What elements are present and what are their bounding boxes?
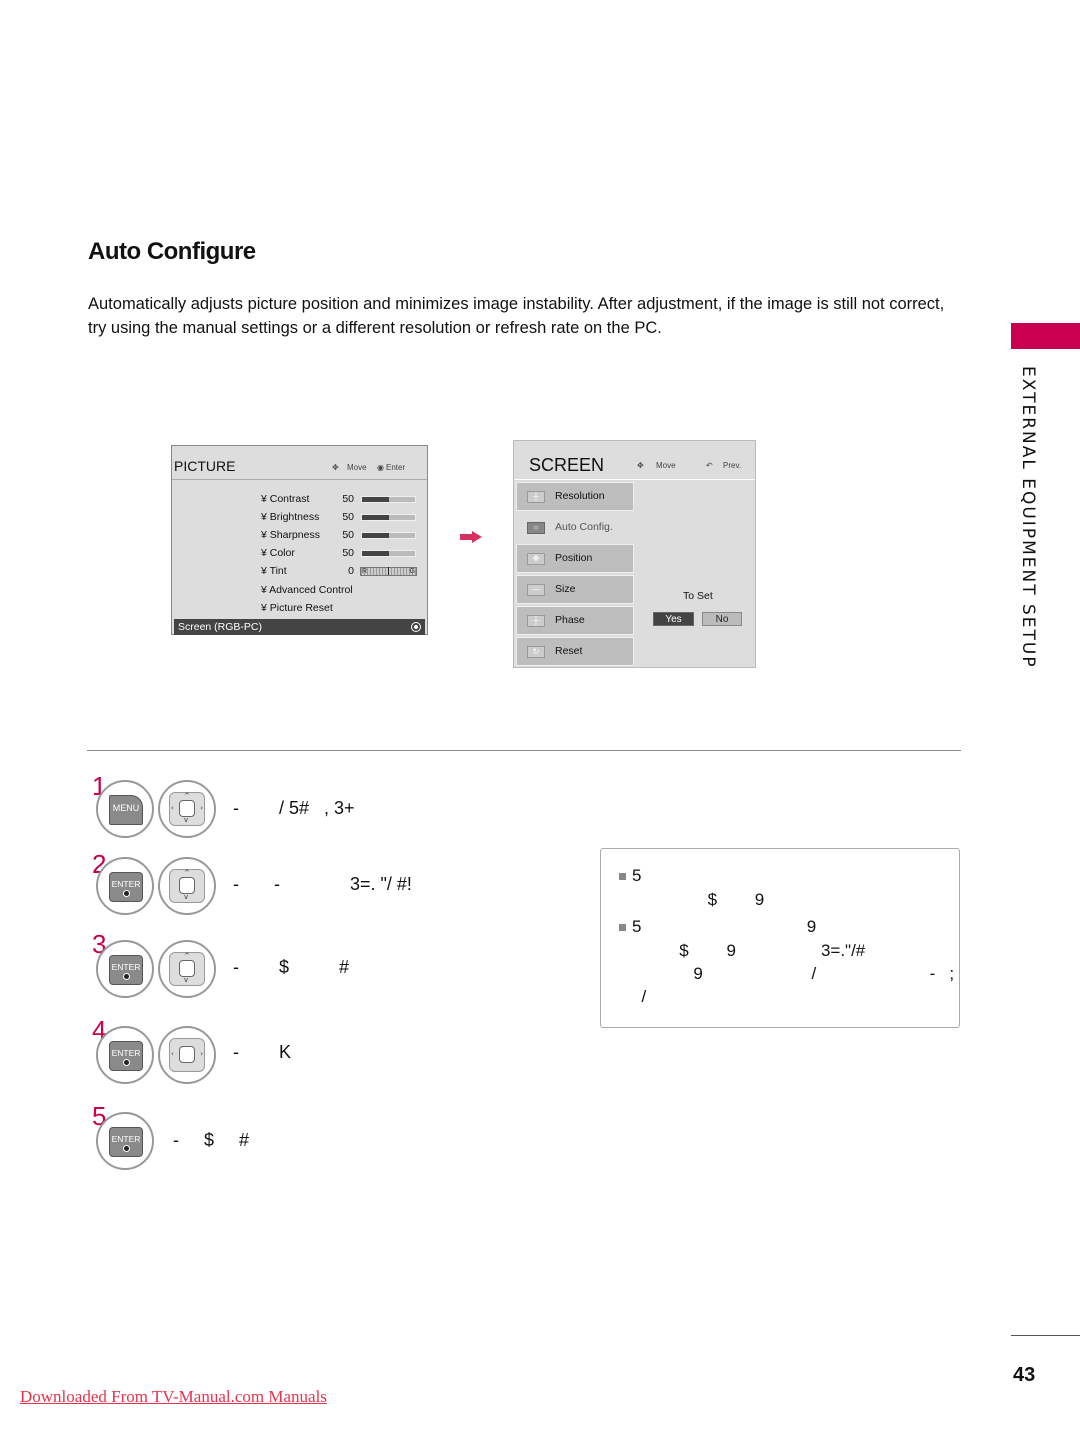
move-icon: ✥	[332, 463, 339, 472]
screen-rgb-pc-label: Screen (RGB-PC)	[178, 621, 263, 633]
tint-right-label: G	[409, 568, 415, 575]
sharpness-bar[interactable]	[361, 532, 416, 539]
move-hint: Move	[347, 463, 367, 472]
menu-button-graphic: MENU	[96, 780, 154, 838]
dpad-leftright-icon: ‹ ›	[169, 1038, 205, 1072]
color-label: ¥ Color	[261, 547, 295, 559]
picture-menu-title: PICTURE	[174, 458, 236, 474]
menu-item-label: Resolution	[555, 490, 605, 502]
dpad-graphic: ^ ‹ › v	[158, 780, 216, 838]
tint-marker	[388, 567, 389, 575]
enter-button-graphic: ENTER	[96, 1026, 154, 1084]
dpad-4way-icon: ^ ‹ › v	[169, 792, 205, 826]
picture-menu-header: PICTURE ✥ Move ◉ Enter	[172, 446, 427, 480]
enter-icon: ◉	[377, 463, 384, 472]
step-text: - K	[233, 1042, 292, 1062]
dpad-graphic: ‹ ›	[158, 1026, 216, 1084]
phase-icon: ┼	[527, 615, 545, 627]
enter-button-graphic: ENTER	[96, 857, 154, 915]
brightness-label: ¥ Brightness	[261, 511, 320, 523]
enter-key: ENTER	[109, 955, 143, 985]
screen-menu-title: SCREEN	[529, 455, 605, 475]
enter-button-graphic: ENTER	[96, 940, 154, 998]
menu-item-label: Auto Config.	[555, 521, 613, 533]
enter-key: ENTER	[109, 1127, 143, 1157]
position-icon: ✥	[527, 553, 545, 565]
section-label: EXTERNAL EQUIPMENT SETUP	[1018, 366, 1038, 669]
screen-menu-body: ┼ Resolution ○ Auto Config. ✥ Position —…	[514, 479, 755, 668]
page-number: 43	[1013, 1364, 1036, 1386]
arrow-right-icon	[460, 531, 482, 543]
contrast-bar[interactable]	[361, 496, 416, 503]
sharpness-value: 50	[342, 529, 354, 541]
color-bar[interactable]	[361, 550, 416, 557]
page-title: Auto Configure	[88, 238, 256, 265]
tint-value: 0	[348, 565, 354, 577]
menu-item-size[interactable]: — Size	[516, 575, 634, 604]
move-icon: ✥	[637, 461, 644, 470]
enter-button-graphic: ENTER	[96, 1112, 154, 1170]
screen-rgb-pc-item[interactable]: Screen (RGB-PC)	[174, 619, 425, 635]
brightness-value: 50	[342, 511, 354, 523]
enter-hint: Enter	[386, 463, 406, 472]
picture-menu: PICTURE ✥ Move ◉ Enter ¥ Contrast 50 ¥ B…	[171, 445, 428, 635]
step-text: - $ #	[173, 1130, 250, 1150]
contrast-value: 50	[342, 493, 354, 505]
no-button[interactable]: No	[702, 612, 742, 626]
step-text: - - 3=. "/ #!	[233, 874, 412, 894]
menu-item-label: Reset	[555, 645, 583, 657]
auto-config-icon: ○	[527, 522, 545, 534]
intro-paragraph: Automatically adjusts picture position a…	[88, 295, 945, 337]
menu-item-label: Phase	[555, 614, 585, 626]
menu-item-position[interactable]: ✥ Position	[516, 544, 634, 573]
menu-item-label: Size	[555, 583, 576, 595]
enter-key: ENTER	[109, 1041, 143, 1071]
dpad-graphic: ^ v	[158, 940, 216, 998]
note-line: /	[632, 987, 647, 1006]
dpad-updown-icon: ^ v	[169, 952, 205, 986]
dpad-updown-icon: ^ v	[169, 869, 205, 903]
size-icon: —	[527, 584, 545, 596]
to-set-prompt: To Set	[683, 590, 713, 602]
screen-menu: SCREEN ✥ Move ↶ Prev. ┼ Resolution ○ Aut…	[513, 440, 756, 668]
move-hint: Move	[656, 461, 676, 470]
step-text: - $ #	[233, 957, 350, 977]
tint-left-label: R	[362, 568, 368, 575]
note-line: 5	[632, 866, 642, 885]
note-line: $ 9 3=."/#	[632, 941, 866, 960]
section-divider	[87, 750, 961, 751]
menu-item-phase[interactable]: ┼ Phase	[516, 606, 634, 635]
menu-item-reset[interactable]: ↻ Reset	[516, 637, 634, 666]
prev-hint: Prev.	[723, 461, 742, 470]
brightness-bar[interactable]	[361, 514, 416, 521]
yes-button[interactable]: Yes	[653, 612, 694, 626]
footer-rule	[1011, 1335, 1080, 1336]
bullet-square-icon	[619, 873, 626, 880]
step-text: - / 5# , 3+	[233, 798, 355, 818]
note-box: 5 $ 9 5 9 $ 9 3=."/# 9 / - ; /	[600, 848, 960, 1028]
bullet-square-icon	[619, 924, 626, 931]
sharpness-label: ¥ Sharpness	[261, 529, 320, 541]
color-value: 50	[342, 547, 354, 559]
contrast-label: ¥ Contrast	[261, 493, 310, 505]
dpad-graphic: ^ v	[158, 857, 216, 915]
note-line: 5 9	[632, 917, 817, 936]
note-line: 9 / - ;	[632, 964, 955, 983]
menu-item-label: Position	[555, 552, 593, 564]
menu-item-resolution[interactable]: ┼ Resolution	[516, 482, 634, 511]
enter-key: ENTER	[109, 872, 143, 902]
picture-reset-item[interactable]: ¥ Picture Reset	[261, 601, 333, 615]
menu-item-auto-config[interactable]: ○ Auto Config.	[516, 513, 634, 542]
download-source-link[interactable]: Downloaded From TV-Manual.com Manuals	[20, 1387, 327, 1407]
prev-icon: ↶	[706, 461, 713, 470]
note-line: $ 9	[632, 890, 765, 909]
section-tab-marker	[1011, 323, 1080, 349]
resolution-icon: ┼	[527, 491, 545, 503]
enter-circle-icon	[411, 622, 421, 632]
menu-key: MENU	[109, 795, 143, 825]
tint-bar[interactable]: R G	[360, 567, 417, 576]
tint-label: ¥ Tint	[261, 565, 287, 577]
reset-icon: ↻	[527, 646, 545, 658]
advanced-control-item[interactable]: ¥ Advanced Control	[261, 583, 353, 597]
